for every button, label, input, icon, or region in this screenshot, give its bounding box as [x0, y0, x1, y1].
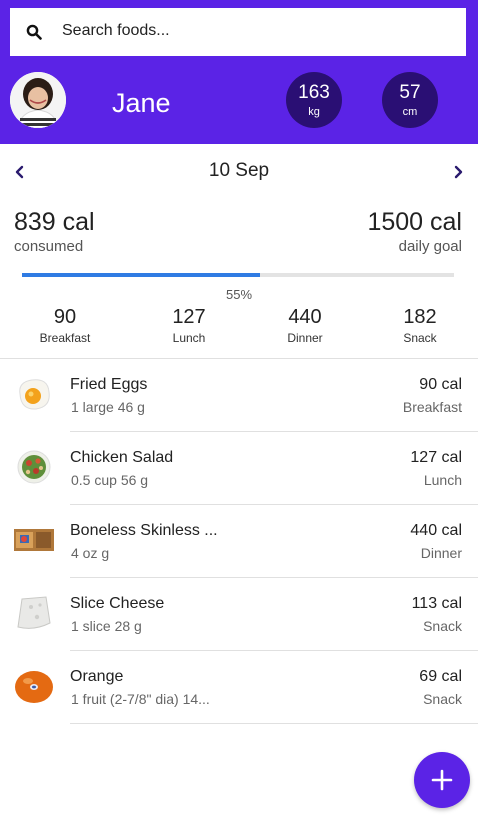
food-calories: 113 cal: [411, 595, 462, 612]
plus-icon: [431, 769, 453, 791]
search-bar[interactable]: Search foods...: [10, 8, 466, 56]
food-name: Boneless Skinless ...: [70, 522, 218, 539]
weight-stat[interactable]: 163 kg: [286, 72, 342, 128]
orange-photo: [15, 671, 53, 703]
meal-total-value: 127: [172, 306, 206, 328]
food-list-item[interactable]: Slice Cheese 1 slice 28 g 113 cal Snack: [0, 578, 478, 651]
progress-percent: 55%: [225, 287, 253, 302]
food-name: Chicken Salad: [70, 449, 174, 466]
avatar[interactable]: [10, 72, 66, 128]
add-food-button[interactable]: [414, 752, 470, 808]
meal-total-snack: 182 Snack: [370, 306, 470, 345]
current-date: 10 Sep: [208, 160, 270, 181]
food-meal: Lunch: [423, 472, 462, 488]
food-meal: Snack: [423, 691, 462, 707]
weight-unit: kg: [308, 106, 320, 118]
food-serving: 1 fruit (2-7/8" dia) 14...: [71, 691, 210, 707]
goal-calories: 1500 cal: [367, 208, 462, 236]
meal-total-value: 440: [288, 306, 322, 328]
height-stat[interactable]: 57 cm: [382, 72, 438, 128]
food-name: Fried Eggs: [70, 376, 148, 393]
food-serving: 0.5 cup 56 g: [71, 472, 149, 488]
consumed-label: consumed: [14, 238, 84, 255]
meal-total-label: Breakfast: [39, 331, 91, 345]
food-calories: 440 cal: [410, 522, 462, 539]
height-value: 57: [399, 82, 421, 103]
salad-photo: [17, 450, 51, 484]
food-list-item[interactable]: Boneless Skinless ... 4 oz g 440 cal Din…: [0, 505, 478, 578]
food-calories: 127 cal: [410, 449, 462, 466]
meal-total-label: Snack: [403, 331, 437, 345]
food-list-item[interactable]: Fried Eggs 1 large 46 g 90 cal Breakfast: [0, 359, 478, 432]
meal-total-label: Dinner: [287, 331, 323, 345]
meal-total-label: Lunch: [172, 331, 206, 345]
calorie-progress-fill: [22, 273, 260, 277]
food-meal: Breakfast: [402, 399, 462, 415]
user-photo: [10, 72, 66, 128]
weight-value: 163: [298, 82, 330, 103]
search-input[interactable]: Search foods...: [62, 22, 170, 40]
fried-egg-photo: [19, 379, 50, 410]
food-name: Slice Cheese: [70, 595, 165, 612]
food-calories: 90 cal: [419, 376, 462, 393]
meal-total-lunch: 127 Lunch: [139, 306, 239, 345]
food-list-item[interactable]: Orange 1 fruit (2-7/8" dia) 14... 69 cal…: [0, 651, 478, 724]
height-unit: cm: [402, 106, 418, 118]
food-calories: 69 cal: [419, 668, 462, 685]
food-meal: Snack: [423, 618, 462, 634]
meal-total-breakfast: 90 Breakfast: [15, 306, 115, 345]
chevron-right-icon[interactable]: [450, 164, 466, 180]
search-icon: [26, 24, 42, 40]
food-serving: 4 oz g: [71, 545, 110, 561]
meat-package-photo: [14, 529, 54, 551]
food-name: Orange: [70, 668, 124, 685]
meal-total-dinner: 440 Dinner: [255, 306, 355, 345]
date-navigator: 10 Sep: [0, 144, 478, 200]
meal-total-value: 90: [53, 306, 77, 328]
food-serving: 1 large 46 g: [71, 399, 145, 415]
calorie-progress-bar: [22, 273, 454, 277]
food-serving: 1 slice 28 g: [71, 618, 142, 634]
cheese-slice-photo: [17, 596, 51, 629]
app-header: Search foods... Jane 163 kg 57 cm: [0, 0, 478, 144]
divider: [70, 723, 478, 724]
user-name: Jane: [112, 88, 171, 118]
food-meal: Dinner: [420, 545, 462, 561]
goal-label: daily goal: [398, 238, 462, 255]
meal-total-value: 182: [403, 306, 437, 328]
consumed-calories: 839 cal: [14, 208, 95, 236]
food-list-item[interactable]: Chicken Salad 0.5 cup 56 g 127 cal Lunch: [0, 432, 478, 505]
